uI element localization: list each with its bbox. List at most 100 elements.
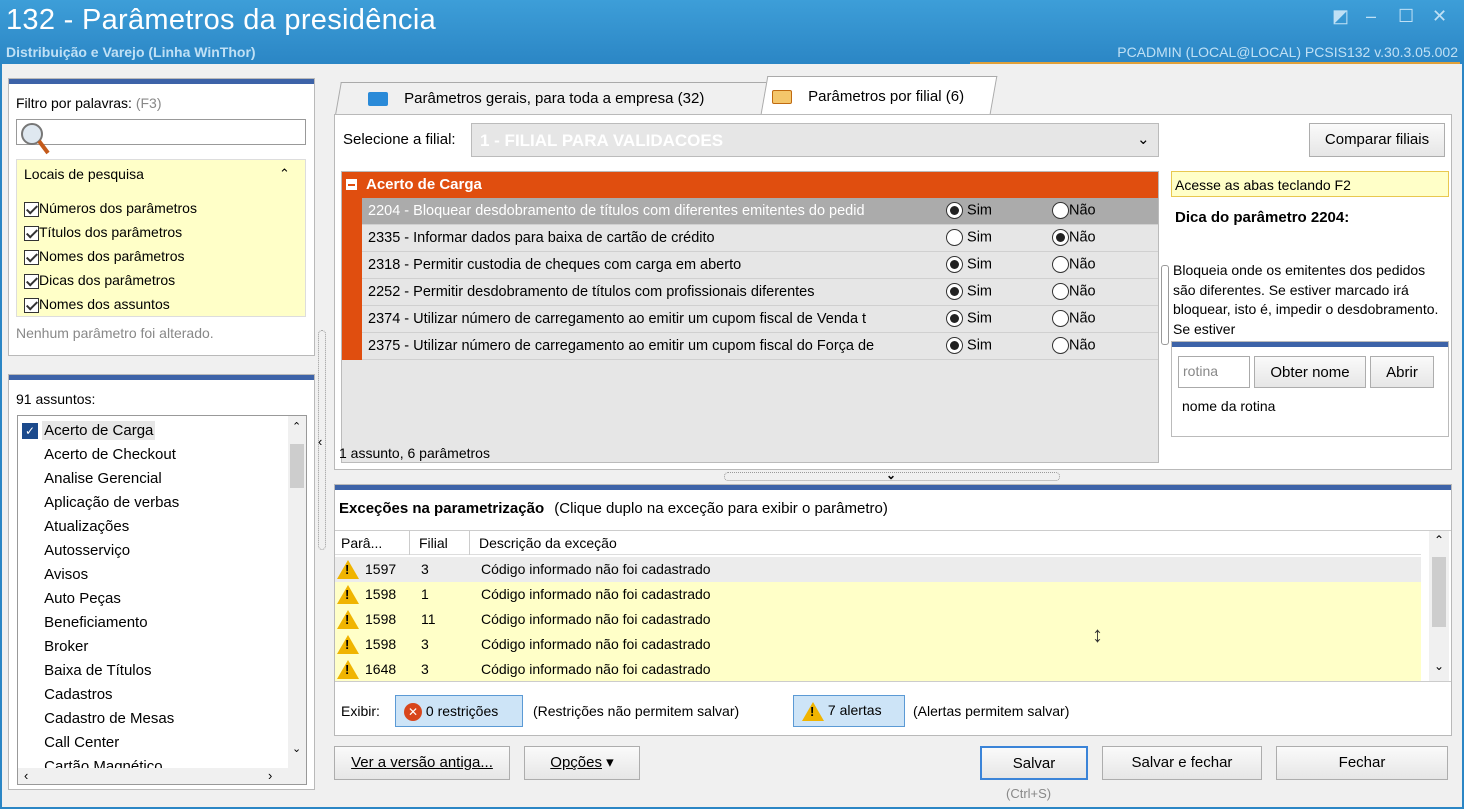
alertas-toggle[interactable]: 7 alertas: [793, 695, 905, 727]
exception-row[interactable]: 15981Código informado não foi cadastrado: [335, 582, 1421, 607]
option-dicas[interactable]: Dicas dos parâmetros: [24, 268, 197, 292]
option-assuntos[interactable]: Nomes dos assuntos: [24, 292, 197, 316]
subject-item[interactable]: Broker: [22, 636, 90, 658]
subject-item[interactable]: Aplicação de verbas: [22, 492, 181, 514]
nao-option[interactable]: Não: [1052, 283, 1096, 300]
subject-item[interactable]: Cadastro de Mesas: [22, 708, 176, 730]
minimize-icon[interactable]: –: [1366, 6, 1376, 27]
subjects-list[interactable]: ✓ Acerto de Carga Acerto de Checkout Ana…: [17, 415, 307, 785]
param-row[interactable]: 2335 - Informar dados para baixa de cart…: [362, 225, 1158, 252]
tab-gerais-label[interactable]: Parâmetros gerais, para toda a empresa (…: [368, 90, 704, 107]
collapse-icon[interactable]: ⌃: [279, 166, 290, 182]
compare-button[interactable]: Comparar filiais: [1309, 123, 1445, 157]
subject-item[interactable]: Autosserviço: [22, 540, 132, 562]
exception-row[interactable]: 15983Código informado não foi cadastrado: [335, 632, 1421, 657]
subject-item[interactable]: Baixa de Títulos: [22, 660, 153, 682]
nao-option[interactable]: Não: [1052, 256, 1096, 273]
filial-panel: Selecione a filial: 1 - FILIAL PARA VALI…: [334, 114, 1452, 470]
sim-option[interactable]: Sim: [946, 337, 992, 354]
group-header[interactable]: Acerto de Carga: [342, 172, 1158, 198]
filial-label: Selecione a filial:: [343, 131, 456, 148]
folder-orange-icon: [772, 90, 792, 105]
exception-row[interactable]: 16483Código informado não foi cadastrado: [335, 657, 1421, 681]
checkbox-icon[interactable]: [24, 273, 39, 289]
subjects-hscrollbar[interactable]: ‹ ›: [18, 768, 306, 784]
option-nomes[interactable]: Nomes dos parâmetros: [24, 244, 197, 268]
col-filial[interactable]: Filial: [419, 535, 448, 551]
filter-search-input[interactable]: [16, 119, 306, 155]
warning-icon: [337, 585, 359, 604]
tab-filial-label[interactable]: Parâmetros por filial (6): [772, 88, 964, 105]
title-bar: 132 - Parâmetros da presidência Distribu…: [0, 0, 1464, 64]
restricoes-toggle[interactable]: ✕ 0 restrições: [395, 695, 523, 727]
abrir-button[interactable]: Abrir: [1370, 356, 1434, 388]
exception-row[interactable]: 15973Código informado não foi cadastrado: [335, 557, 1421, 582]
subjects-scrollbar[interactable]: ⌃ ⌄: [288, 416, 306, 768]
tip-splitter[interactable]: [1161, 265, 1169, 345]
old-version-button[interactable]: Ver a versão antiga...: [334, 746, 510, 780]
option-numeros[interactable]: Números dos parâmetros: [24, 196, 197, 220]
param-row[interactable]: 2318 - Permitir custodia de cheques com …: [362, 252, 1158, 279]
sim-option[interactable]: Sim: [946, 202, 992, 219]
sim-option[interactable]: Sim: [946, 283, 992, 300]
alertas-note: (Alertas permitem salvar): [913, 703, 1070, 719]
nao-option[interactable]: Não: [1052, 202, 1096, 219]
radio-icon: [946, 229, 963, 246]
close-button[interactable]: Fechar: [1276, 746, 1448, 780]
param-text: 2252 - Permitir desdobramento de títulos…: [368, 284, 815, 300]
subject-item[interactable]: Cadastros: [22, 684, 115, 706]
options-button[interactable]: Opções ▾: [524, 746, 640, 780]
rotina-input[interactable]: rotina: [1178, 356, 1250, 388]
warning-icon: [337, 660, 359, 679]
option-titulos[interactable]: Títulos dos parâmetros: [24, 220, 197, 244]
radio-icon: [1052, 283, 1069, 300]
splitter-arrow-icon[interactable]: ‹: [318, 434, 322, 449]
col-desc[interactable]: Descrição da exceção: [479, 535, 617, 551]
sim-option[interactable]: Sim: [946, 256, 992, 273]
param-text: 2374 - Utilizar número de carregamento a…: [368, 311, 867, 327]
subject-item[interactable]: Acerto de Checkout: [22, 444, 178, 466]
subject-item[interactable]: Atualizações: [22, 516, 131, 538]
subject-item[interactable]: Analise Gerencial: [22, 468, 164, 490]
maximize-icon[interactable]: ☐: [1398, 6, 1414, 27]
nao-option[interactable]: Não: [1052, 310, 1096, 327]
warning-icon: [337, 560, 359, 579]
sim-option[interactable]: Sim: [946, 229, 992, 246]
filial-select[interactable]: 1 - FILIAL PARA VALIDACOES ⌄: [471, 123, 1159, 157]
subjects-panel: 91 assuntos: ✓ Acerto de Carga Acerto de…: [8, 374, 315, 790]
subject-item[interactable]: ✓ Acerto de Carga: [22, 420, 156, 442]
obter-nome-button[interactable]: Obter nome: [1254, 356, 1366, 388]
param-row[interactable]: 2204 - Bloquear desdobramento de títulos…: [362, 198, 1158, 225]
splitter-down-icon[interactable]: ⌄: [886, 468, 896, 482]
nao-option[interactable]: Não: [1052, 337, 1096, 354]
warning-icon: [337, 635, 359, 654]
chevron-down-icon[interactable]: ⌄: [1137, 130, 1150, 148]
sim-option[interactable]: Sim: [946, 310, 992, 327]
filter-status: Nenhum parâmetro foi alterado.: [16, 325, 214, 341]
filter-label: Filtro por palavras:: [16, 95, 132, 111]
window-subtitle: Distribuição e Varejo (Linha WinThor): [6, 44, 256, 60]
close-icon[interactable]: ✕: [1432, 6, 1447, 27]
checkbox-icon[interactable]: [24, 297, 39, 313]
checkbox-icon[interactable]: [24, 201, 39, 217]
exceptions-panel: Exceções na parametrização (Clique duplo…: [334, 484, 1452, 736]
exceptions-table[interactable]: Parâ... Filial Descrição da exceção 1597…: [335, 530, 1451, 682]
nao-option[interactable]: Não: [1052, 229, 1096, 246]
subject-item[interactable]: Avisos: [22, 564, 90, 586]
subject-item[interactable]: Call Center: [22, 732, 121, 754]
subject-item[interactable]: Beneficiamento: [22, 612, 150, 634]
checkbox-icon[interactable]: [24, 249, 39, 265]
restore-icon[interactable]: ◩: [1332, 6, 1349, 27]
param-row[interactable]: 2375 - Utilizar número de carregamento a…: [362, 333, 1158, 360]
param-row[interactable]: 2374 - Utilizar número de carregamento a…: [362, 306, 1158, 333]
param-row[interactable]: 2252 - Permitir desdobramento de títulos…: [362, 279, 1158, 306]
col-param[interactable]: Parâ...: [341, 535, 382, 551]
exception-row[interactable]: 159811Código informado não foi cadastrad…: [335, 607, 1421, 632]
restricoes-note: (Restrições não permitem salvar): [533, 703, 740, 719]
exceptions-scrollbar[interactable]: ⌃ ⌄: [1429, 531, 1449, 681]
save-close-button[interactable]: Salvar e fechar: [1102, 746, 1262, 780]
checked-icon[interactable]: ✓: [22, 423, 38, 440]
checkbox-icon[interactable]: [24, 225, 39, 241]
subject-item[interactable]: Auto Peças: [22, 588, 123, 610]
save-button[interactable]: Salvar: [980, 746, 1088, 780]
